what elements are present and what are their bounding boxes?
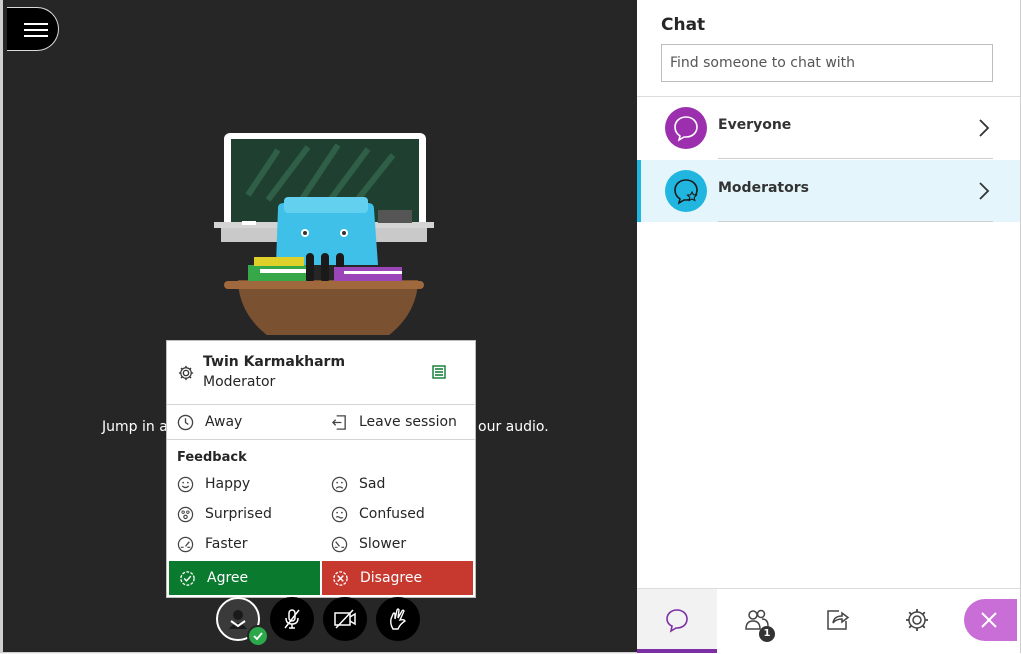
classroom-illustration xyxy=(214,133,434,335)
chevron-right-icon xyxy=(979,182,990,200)
faster-label: Faster xyxy=(205,536,248,552)
clock-icon xyxy=(177,414,194,431)
profile-menu: Twin Karmakharm Moderator Away Leave ses… xyxy=(166,340,476,598)
leave-session-option[interactable]: Leave session xyxy=(331,411,457,433)
moderator-chat-icon xyxy=(665,170,707,212)
feedback-heading: Feedback xyxy=(177,450,247,465)
join-audio-hint: Jump in ar our audio. xyxy=(102,419,549,435)
chat-bubble-icon xyxy=(665,107,707,149)
feedback-happy[interactable]: Happy xyxy=(177,473,250,495)
session-menu-button[interactable] xyxy=(7,7,59,51)
divider xyxy=(718,221,993,222)
happy-label: Happy xyxy=(205,476,251,492)
divider xyxy=(167,404,475,405)
divider xyxy=(167,439,475,440)
close-icon xyxy=(981,612,997,628)
hamburger-line xyxy=(24,35,48,37)
speedometer-fast-icon xyxy=(177,536,194,553)
list-view-icon[interactable] xyxy=(432,365,446,379)
raise-hand-icon xyxy=(390,608,406,630)
speedometer-slow-icon xyxy=(331,536,348,553)
confused-label: Confused xyxy=(359,506,425,522)
channel-label: Everyone xyxy=(718,117,792,133)
disagree-badge-icon xyxy=(333,571,348,586)
leave-session-icon xyxy=(331,415,346,430)
surprised-label: Surprised xyxy=(205,506,272,522)
avatar-icon xyxy=(229,610,247,629)
status-check-icon xyxy=(247,625,269,647)
surprised-face-icon xyxy=(177,506,194,523)
divider xyxy=(718,158,993,159)
channel-moderators[interactable]: Moderators xyxy=(637,160,1020,222)
close-panel-button[interactable] xyxy=(964,599,1017,641)
chat-icon xyxy=(666,609,688,633)
feedback-confused[interactable]: Confused xyxy=(331,503,425,525)
share-content-icon xyxy=(827,610,850,630)
user-name: Twin Karmakharm xyxy=(203,354,346,370)
camera-off-icon xyxy=(334,609,356,629)
disagree-button[interactable]: Disagree xyxy=(322,561,473,595)
raise-hand-button[interactable] xyxy=(376,597,420,641)
hamburger-line xyxy=(24,29,48,31)
slower-label: Slower xyxy=(359,536,407,552)
sad-label: Sad xyxy=(359,476,386,492)
feedback-faster[interactable]: Faster xyxy=(177,533,248,555)
settings-gear-icon xyxy=(906,609,928,631)
panel-title: Chat xyxy=(661,15,706,35)
tab-chat[interactable] xyxy=(637,589,717,653)
away-label: Away xyxy=(205,414,243,430)
channel-everyone[interactable]: Everyone xyxy=(637,97,1020,159)
selection-indicator xyxy=(637,160,641,222)
confused-face-icon xyxy=(331,506,348,523)
microphone-off-icon xyxy=(284,609,300,629)
tab-share-content[interactable] xyxy=(797,589,877,653)
attendee-count-badge: 1 xyxy=(759,626,775,642)
agree-button[interactable]: Agree xyxy=(169,561,320,595)
active-tab-indicator xyxy=(637,649,717,653)
hamburger-icon xyxy=(24,23,48,25)
channel-label: Moderators xyxy=(718,180,809,196)
gear-icon[interactable] xyxy=(177,364,195,382)
leave-session-label: Leave session xyxy=(359,414,457,430)
happy-face-icon xyxy=(177,476,194,493)
user-role: Moderator xyxy=(203,374,276,390)
away-option[interactable]: Away xyxy=(177,411,242,433)
chevron-right-icon xyxy=(979,119,990,137)
agree-label: Agree xyxy=(207,570,249,586)
tab-settings[interactable] xyxy=(877,589,957,653)
feedback-sad[interactable]: Sad xyxy=(331,473,385,495)
microphone-toggle[interactable] xyxy=(270,597,314,641)
disagree-label: Disagree xyxy=(360,570,423,586)
chat-panel: Chat Everyone Moderators xyxy=(637,0,1021,654)
feedback-surprised[interactable]: Surprised xyxy=(177,503,272,525)
sad-face-icon xyxy=(331,476,348,493)
tab-attendees[interactable]: 1 xyxy=(717,589,797,653)
camera-toggle[interactable] xyxy=(323,597,367,641)
chat-search-input[interactable] xyxy=(661,44,993,82)
agree-check-badge-icon xyxy=(180,571,195,586)
panel-tab-bar: 1 xyxy=(637,588,1020,654)
feedback-slower[interactable]: Slower xyxy=(331,533,406,555)
